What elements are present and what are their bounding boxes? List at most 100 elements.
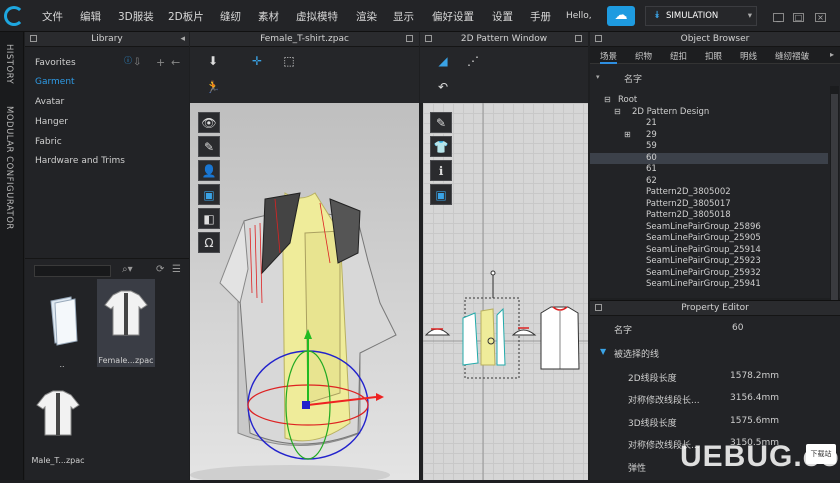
select-tool[interactable]: ⬇ [202,51,224,72]
library-search-input[interactable] [34,265,111,277]
download-icon[interactable]: ⇩ [133,57,141,68]
tree-item[interactable]: 59 [590,141,828,153]
tab-history[interactable]: HISTORY [4,44,14,84]
collapse-icon[interactable]: ◂ [180,32,185,46]
column-name[interactable]: 名字 [624,72,642,85]
library-item-fabric[interactable]: Fabric [35,137,62,147]
tree-item[interactable]: 60 [590,152,828,164]
info-icon[interactable]: ℹ [430,160,452,181]
simulation-button[interactable]: ⯯ SIMULATION ▾ [645,6,757,26]
close-button[interactable]: × [815,13,826,22]
tree-item[interactable]: 61 [590,164,828,176]
tab-modular-configurator[interactable]: MODULAR CONFIGURATOR [4,106,14,230]
texture-icon[interactable]: ▣ [198,184,220,205]
show-avatar-icon[interactable]: 👤 [198,160,220,181]
tree-item[interactable]: Pattern2D_3805002 [590,187,828,199]
back-icon[interactable]: ← [171,56,180,69]
prop-row-value[interactable]: 1575.6mm [730,416,779,426]
file-tile-male[interactable]: Male_T...zpac [29,379,87,467]
scrollbar-thumb[interactable] [831,94,838,319]
move-tool[interactable]: ✛ [246,51,268,72]
prop-name-value[interactable]: 60 [732,323,743,333]
tree-item[interactable]: Pattern2D_3805018 [590,210,828,222]
library-item-hardware[interactable]: Hardware and Trims [35,156,125,166]
tree-expander-icon[interactable]: ⊟ [604,95,611,104]
menu-3d-garment[interactable]: 3D服装 [118,9,154,24]
panel-float-icon[interactable] [595,304,602,311]
maximize-button[interactable]: □ [793,13,804,22]
avatar-pose-tool[interactable]: 🏃 [202,77,224,98]
tab-sewing-wrinkles[interactable]: 缝纫褶皱 [775,50,825,62]
menu-edit[interactable]: 编辑 [80,9,101,24]
tree-expander-icon[interactable]: ⊟ [614,107,621,116]
panel-float-icon[interactable] [575,35,582,42]
prop-row-value[interactable]: 1578.2mm [730,371,779,381]
menu-render[interactable]: 渲染 [356,9,377,24]
tree-item[interactable]: ⊞ 29 [590,130,828,142]
tree-item[interactable]: SeamLinePairGroup_25914 [590,245,828,257]
minimize-button[interactable]: _ [773,13,784,22]
chevron-down-icon[interactable]: ▾ [748,7,752,25]
prop-row-value[interactable]: 3156.4mm [730,393,779,403]
3d-viewport[interactable] [190,103,419,483]
menu-preferences[interactable]: 偏好设置 [432,9,474,24]
prop-section-label[interactable]: 被选择的线 [614,347,659,360]
edit-point-tool[interactable]: ⋰ [462,51,484,72]
rotate-pattern-tool[interactable]: ↶ [432,77,454,98]
panel-float-icon[interactable] [595,35,602,42]
tab-scene[interactable]: 场景 [600,50,618,64]
sort-icon[interactable]: ▾ [596,73,600,81]
object-browser-scrollbar[interactable] [830,86,839,330]
menu-file[interactable]: 文件 [42,9,63,24]
menu-manual[interactable]: 手册 [530,9,551,24]
search-icon[interactable]: ⌕▾ [122,264,133,275]
menu-avatar[interactable]: 虚拟模特 [296,9,338,24]
tree-item[interactable]: 21 [590,118,828,130]
shirt-icon[interactable]: 👕 [430,136,452,157]
tab-buttonholes[interactable]: 扣眼 [705,50,722,62]
library-item-garment[interactable]: Garment [35,77,75,87]
fabric-icon[interactable]: ◧ [198,208,220,229]
list-view-icon[interactable]: ☰ [172,264,181,275]
show-pattern-icon[interactable]: ✎ [198,136,220,157]
library-item-hanger[interactable]: Hanger [35,117,68,127]
tree-item[interactable]: Pattern2D_3805017 [590,199,828,211]
tab-scroll-icon[interactable]: ▸ [830,50,834,59]
show-garment-icon[interactable]: 👁 [198,112,220,133]
menu-display[interactable]: 显示 [393,9,414,24]
tab-buttons[interactable]: 纽扣 [670,50,687,62]
file-label: .. [59,360,65,369]
panel-float-icon[interactable] [406,35,413,42]
pen-icon[interactable]: ✎ [430,112,452,133]
menu-sewing[interactable]: 缝纫 [220,9,241,24]
menu-2d-pattern[interactable]: 2D板片 [168,9,204,24]
cloud-button[interactable]: ☁ [607,6,635,26]
file-tile-parent[interactable]: .. [33,283,91,371]
tab-fabric[interactable]: 织物 [635,50,652,62]
tree-item[interactable]: SeamLinePairGroup_25905 [590,233,828,245]
menu-settings[interactable]: 设置 [492,9,513,24]
tab-topstitch[interactable]: 明线 [740,50,757,62]
tree-item[interactable]: ⊟ 2D Pattern Design [590,107,828,119]
tree-item[interactable]: 62 [590,176,828,188]
tree-item[interactable]: SeamLinePairGroup_25896 [590,222,828,234]
panel-float-icon[interactable] [425,35,432,42]
tree-expander-icon[interactable]: ⊞ [624,130,631,139]
library-favorites[interactable]: Favorites [35,58,76,68]
add-icon[interactable]: + [156,56,165,69]
menu-materials[interactable]: 素材 [258,9,279,24]
transform-pattern-tool[interactable]: ◢ [432,51,454,72]
refresh-icon[interactable]: ⟳ [156,264,164,275]
tree-item[interactable]: SeamLinePairGroup_25923 [590,256,828,268]
info-icon[interactable]: ⓘ [124,55,132,66]
file-tile-female[interactable]: Female...zpac [97,279,155,367]
skin-icon[interactable]: Ω [198,232,220,253]
tree-item[interactable]: SeamLinePairGroup_25932 [590,268,828,280]
tree-item[interactable]: ⊟ Root [590,95,828,107]
tree-item[interactable]: SeamLinePairGroup_25941 [590,279,828,291]
marquee-tool[interactable]: ⬚ [278,51,300,72]
expand-icon[interactable]: ▼ [600,347,606,356]
panel-float-icon[interactable] [30,35,37,42]
texture-icon[interactable]: ▣ [430,184,452,205]
library-item-avatar[interactable]: Avatar [35,97,64,107]
